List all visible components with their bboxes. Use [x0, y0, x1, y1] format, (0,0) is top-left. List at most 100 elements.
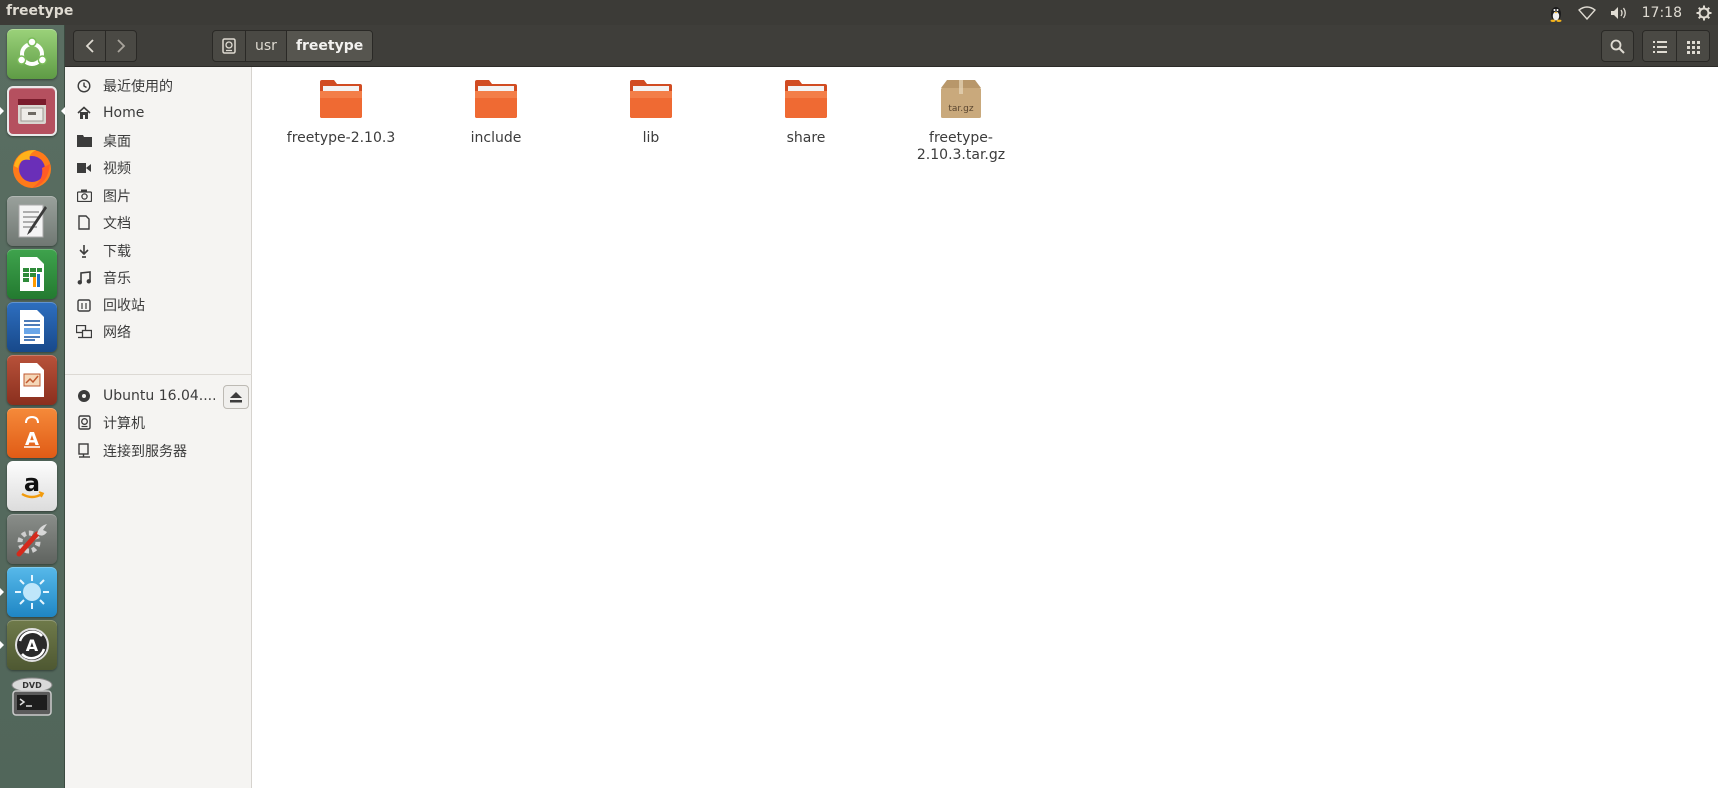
launcher-libreoffice-impress[interactable] [5, 353, 59, 407]
sidebar-item-connect-server[interactable]: 连接到服务器 [65, 437, 252, 464]
sidebar-item-label: 桌面 [103, 133, 131, 150]
home-icon [69, 105, 99, 120]
sidebar-item-label: 连接到服务器 [103, 443, 187, 460]
launcher-system-settings[interactable] [5, 512, 59, 566]
sidebar-item-music[interactable]: 音乐 [65, 264, 252, 291]
sidebar-item-label: Home [103, 104, 145, 121]
indicator-area: 17:18 [1534, 0, 1712, 25]
breadcrumb-usr[interactable]: usr [245, 31, 286, 61]
updater-icon: A [7, 620, 57, 670]
breadcrumb-freetype[interactable]: freetype [285, 31, 373, 61]
clock-icon [69, 78, 99, 93]
sidebar-item-home[interactable]: Home [65, 99, 252, 126]
launcher-ubuntu-software[interactable]: A [5, 406, 59, 460]
volume-icon[interactable] [1610, 0, 1628, 25]
eject-button[interactable] [223, 385, 249, 409]
sidebar-item-pictures[interactable]: 图片 [65, 182, 252, 209]
file-item[interactable]: include [423, 67, 569, 147]
document-icon [69, 215, 99, 230]
launcher-files[interactable] [0, 84, 65, 138]
breadcrumb: usr freetype [212, 30, 374, 62]
top-panel: freetype 17:18 [0, 0, 1718, 25]
search-button[interactable] [1601, 30, 1634, 62]
wifi-icon[interactable] [1577, 0, 1596, 25]
download-icon [69, 244, 99, 258]
camera-icon [69, 189, 99, 202]
running-indicator [0, 588, 4, 596]
folder-icon [630, 80, 672, 118]
file-name: lib [642, 130, 660, 146]
grid-view-button[interactable] [1676, 31, 1709, 61]
file-item[interactable]: tar.gz freetype-2.10.3.tar.gz [888, 67, 1034, 164]
view-toggle-group [1642, 30, 1710, 62]
sidebar-item-documents[interactable]: 文档 [65, 209, 252, 236]
navigation-buttons [73, 30, 137, 62]
network-icon [69, 324, 99, 339]
gear-icon[interactable] [1696, 0, 1712, 25]
launcher: A a A DVD [0, 25, 65, 788]
grid-icon [1686, 40, 1700, 54]
sidebar-item-ubuntu-disc[interactable]: Ubuntu 16.04.... [65, 382, 252, 409]
sidebar-item-trash[interactable]: 回收站 [65, 291, 252, 318]
launcher-dvd[interactable]: DVD [5, 671, 59, 725]
disc-icon [69, 389, 99, 403]
server-icon [69, 443, 99, 458]
sidebar-item-label: 文档 [103, 215, 131, 232]
file-item[interactable]: lib [578, 67, 724, 147]
computer-icon [69, 415, 99, 430]
file-name: freetype-2.10.3 [286, 130, 396, 146]
sidebar-item-label: 回收站 [103, 297, 145, 314]
sidebar-item-label: 图片 [103, 188, 131, 205]
launcher-ubuntu-dash[interactable] [5, 27, 59, 81]
header-bar: usr freetype [65, 25, 1718, 67]
sidebar-item-computer[interactable]: 计算机 [65, 409, 252, 436]
sidebar-item-desktop[interactable]: 桌面 [65, 127, 252, 154]
back-button[interactable] [74, 31, 105, 61]
launcher-amazon[interactable]: a [5, 459, 59, 513]
clock-text[interactable]: 17:18 [1642, 0, 1682, 25]
launcher-libreoffice-calc[interactable] [5, 247, 59, 301]
running-indicator [0, 107, 4, 115]
list-icon [1652, 41, 1667, 53]
breadcrumb-root-button[interactable] [213, 31, 245, 61]
file-view: freetype-2.10.3 include lib share tar.gz… [253, 67, 1718, 788]
launcher-libreoffice-writer[interactable] [5, 300, 59, 354]
launcher-firefox[interactable] [5, 141, 59, 195]
svg-text:a: a [24, 469, 40, 497]
file-name: include [470, 130, 522, 146]
list-view-button[interactable] [1643, 31, 1676, 61]
drive-icon [222, 38, 236, 54]
launcher-software-updater[interactable]: A [0, 618, 59, 672]
sidebar-item-network[interactable]: 网络 [65, 318, 252, 345]
folder-icon [320, 80, 362, 118]
eject-icon [230, 391, 242, 402]
chevron-right-icon [117, 39, 126, 53]
archive-package-icon: tar.gz [941, 80, 981, 118]
sidebar-item-recent[interactable]: 最近使用的 [65, 72, 252, 99]
running-indicator [0, 641, 4, 649]
sidebar-item-videos[interactable]: 视频 [65, 154, 252, 181]
file-item[interactable]: freetype-2.10.3 [268, 67, 414, 147]
places-sidebar: 最近使用的 Home 桌面 视频 图片 文档 下载 音乐 回收站 网络 Ubun… [65, 67, 252, 788]
folder-icon [785, 80, 827, 118]
sidebar-item-label: 最近使用的 [103, 78, 173, 95]
launcher-text-editor[interactable] [5, 194, 59, 248]
spreadsheet-icon [7, 249, 57, 299]
dvd-drive-icon: DVD [7, 673, 57, 723]
archive-badge: tar.gz [948, 104, 973, 114]
launcher-unknown-app[interactable] [0, 565, 59, 619]
sidebar-item-label: Ubuntu 16.04.... [103, 387, 215, 404]
sidebar-item-downloads[interactable]: 下载 [65, 237, 252, 264]
chevron-left-icon [85, 39, 94, 53]
tux-icon[interactable] [1548, 0, 1564, 25]
header-actions [1601, 30, 1710, 62]
amazon-icon: a [7, 461, 57, 511]
svg-text:DVD: DVD [22, 681, 42, 690]
forward-button[interactable] [105, 31, 136, 61]
sidebar-item-label: 视频 [103, 160, 131, 177]
sidebar-item-label: 网络 [103, 324, 131, 341]
file-item[interactable]: share [733, 67, 879, 147]
sidebar-divider [65, 374, 252, 375]
video-icon [69, 162, 99, 174]
settings-tools-icon [7, 514, 57, 564]
